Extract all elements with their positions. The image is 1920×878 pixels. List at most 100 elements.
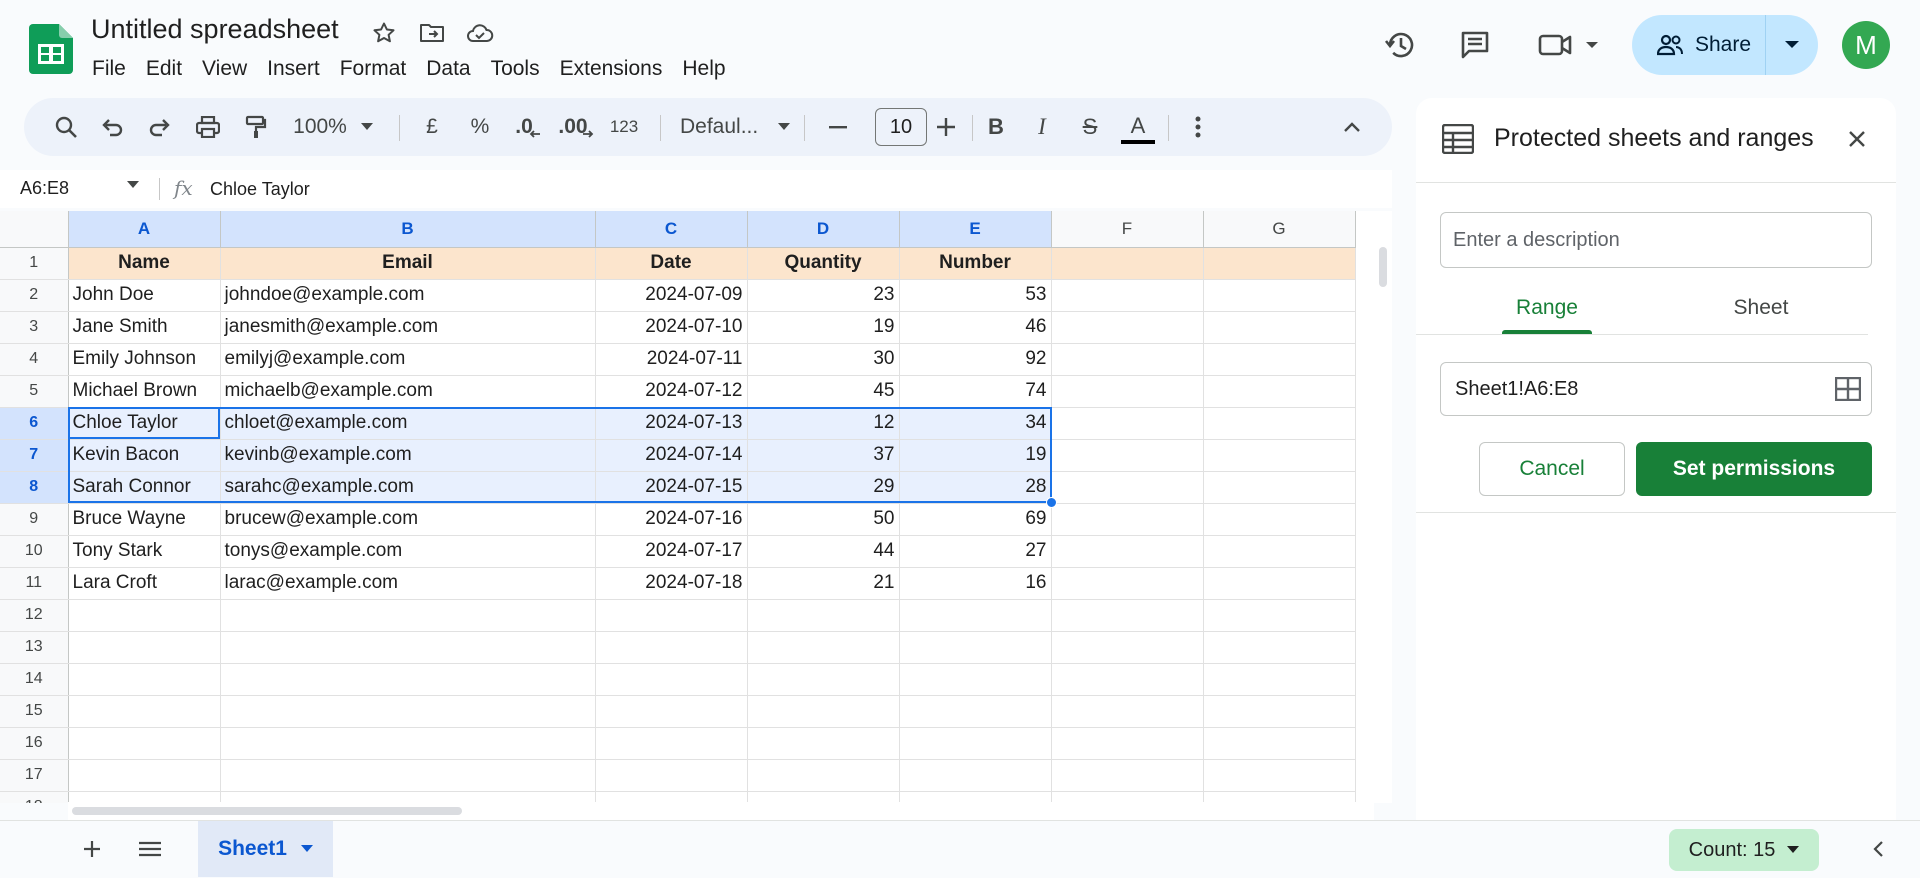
table-cell[interactable]: 19 xyxy=(899,439,1052,472)
table-cell[interactable]: 2024-07-13 xyxy=(595,407,748,440)
table-cell[interactable] xyxy=(747,759,900,792)
table-cell[interactable]: Emily Johnson xyxy=(68,343,221,376)
table-cell[interactable]: 21 xyxy=(747,567,900,600)
row-header[interactable]: 5 xyxy=(0,375,69,408)
table-cell[interactable] xyxy=(68,759,221,792)
increase-decimal-button[interactable]: .00 xyxy=(554,98,598,156)
table-cell[interactable]: emilyj@example.com xyxy=(220,343,596,376)
table-cell[interactable]: Michael Brown xyxy=(68,375,221,408)
select-range-grid-icon[interactable] xyxy=(1834,376,1862,406)
table-cell[interactable]: 69 xyxy=(899,503,1052,536)
column-header-f[interactable]: F xyxy=(1051,211,1204,248)
table-cell[interactable]: 37 xyxy=(747,439,900,472)
table-cell[interactable]: Number xyxy=(899,247,1052,280)
column-header-a[interactable]: A xyxy=(68,211,221,248)
row-header[interactable]: 17 xyxy=(0,759,69,792)
font-size-input[interactable]: 10 xyxy=(875,108,927,146)
table-cell[interactable]: 92 xyxy=(899,343,1052,376)
table-cell[interactable] xyxy=(899,727,1052,760)
table-cell[interactable] xyxy=(747,663,900,696)
menu-format[interactable]: Format xyxy=(330,55,417,83)
strikethrough-button[interactable]: S xyxy=(1072,98,1108,156)
table-cell[interactable]: Quantity xyxy=(747,247,900,280)
share-button[interactable]: Share xyxy=(1632,15,1766,75)
account-avatar[interactable]: M xyxy=(1842,21,1890,69)
table-cell[interactable] xyxy=(899,759,1052,792)
table-cell[interactable] xyxy=(220,663,596,696)
table-cell[interactable] xyxy=(899,663,1052,696)
table-cell[interactable] xyxy=(1051,535,1204,568)
row-header[interactable]: 3 xyxy=(0,311,69,344)
table-cell[interactable]: 19 xyxy=(747,311,900,344)
table-cell[interactable] xyxy=(220,599,596,632)
table-cell[interactable] xyxy=(68,695,221,728)
table-cell[interactable] xyxy=(595,695,748,728)
column-header-b[interactable]: B xyxy=(220,211,596,248)
table-cell[interactable] xyxy=(1051,663,1204,696)
table-cell[interactable]: 12 xyxy=(747,407,900,440)
text-color-button[interactable]: A xyxy=(1118,98,1158,156)
table-cell[interactable]: 16 xyxy=(899,567,1052,600)
table-cell[interactable] xyxy=(747,695,900,728)
table-cell[interactable] xyxy=(1051,759,1204,792)
range-input[interactable]: Sheet1!A6:E8 xyxy=(1440,362,1872,416)
table-cell[interactable] xyxy=(1203,311,1356,344)
row-header[interactable]: 1 xyxy=(0,247,69,280)
table-cell[interactable] xyxy=(1203,439,1356,472)
chevron-down-icon[interactable] xyxy=(126,180,140,190)
table-cell[interactable] xyxy=(747,727,900,760)
undo-icon[interactable] xyxy=(94,98,130,156)
collapse-side-panel-icon[interactable] xyxy=(1862,833,1894,865)
table-cell[interactable]: 2024-07-18 xyxy=(595,567,748,600)
table-cell[interactable]: 23 xyxy=(747,279,900,312)
row-header[interactable]: 11 xyxy=(0,567,69,600)
table-cell[interactable]: michaelb@example.com xyxy=(220,375,596,408)
decrease-decimal-button[interactable]: .0 xyxy=(508,98,548,156)
row-header[interactable]: 10 xyxy=(0,535,69,568)
table-cell[interactable] xyxy=(899,695,1052,728)
table-cell[interactable]: kevinb@example.com xyxy=(220,439,596,472)
table-cell[interactable] xyxy=(1203,503,1356,536)
table-cell[interactable]: 30 xyxy=(747,343,900,376)
add-sheet-icon[interactable] xyxy=(76,833,108,865)
table-cell[interactable] xyxy=(1051,695,1204,728)
chevron-down-icon[interactable] xyxy=(300,845,313,853)
vertical-scrollbar[interactable] xyxy=(1374,211,1392,803)
table-cell[interactable] xyxy=(68,599,221,632)
table-cell[interactable]: brucew@example.com xyxy=(220,503,596,536)
selection-count-badge[interactable]: Count: 15 xyxy=(1669,829,1819,871)
table-cell[interactable]: Email xyxy=(220,247,596,280)
table-cell[interactable]: 44 xyxy=(747,535,900,568)
table-cell[interactable]: 29 xyxy=(747,471,900,504)
table-cell[interactable]: 2024-07-15 xyxy=(595,471,748,504)
set-permissions-button[interactable]: Set permissions xyxy=(1636,442,1872,496)
table-cell[interactable] xyxy=(220,631,596,664)
table-cell[interactable]: 2024-07-17 xyxy=(595,535,748,568)
table-cell[interactable] xyxy=(1203,279,1356,312)
table-cell[interactable] xyxy=(1051,471,1204,504)
move-folder-icon[interactable] xyxy=(418,19,446,47)
meet-camera-icon[interactable] xyxy=(1534,24,1604,66)
table-cell[interactable] xyxy=(220,695,596,728)
table-cell[interactable]: Sarah Connor xyxy=(68,471,221,504)
table-cell[interactable]: Jane Smith xyxy=(68,311,221,344)
table-cell[interactable] xyxy=(899,599,1052,632)
table-cell[interactable] xyxy=(747,599,900,632)
increase-font-size-icon[interactable] xyxy=(928,98,964,156)
vertical-scroll-thumb[interactable] xyxy=(1379,247,1387,287)
table-cell[interactable] xyxy=(1051,503,1204,536)
table-cell[interactable]: 46 xyxy=(899,311,1052,344)
star-icon[interactable] xyxy=(370,19,398,47)
table-cell[interactable]: 2024-07-10 xyxy=(595,311,748,344)
table-cell[interactable] xyxy=(595,631,748,664)
italic-button[interactable]: I xyxy=(1024,98,1060,156)
row-header[interactable]: 18 xyxy=(0,791,69,803)
menu-view[interactable]: View xyxy=(192,55,257,83)
table-cell[interactable]: larac@example.com xyxy=(220,567,596,600)
horizontal-scrollbar[interactable] xyxy=(68,802,1374,820)
table-cell[interactable] xyxy=(1203,727,1356,760)
table-cell[interactable]: Date xyxy=(595,247,748,280)
spreadsheet-grid[interactable]: A B C D E F G 1 Name Email Date Quantity… xyxy=(0,211,1392,803)
table-cell[interactable] xyxy=(1203,695,1356,728)
table-cell[interactable] xyxy=(68,631,221,664)
